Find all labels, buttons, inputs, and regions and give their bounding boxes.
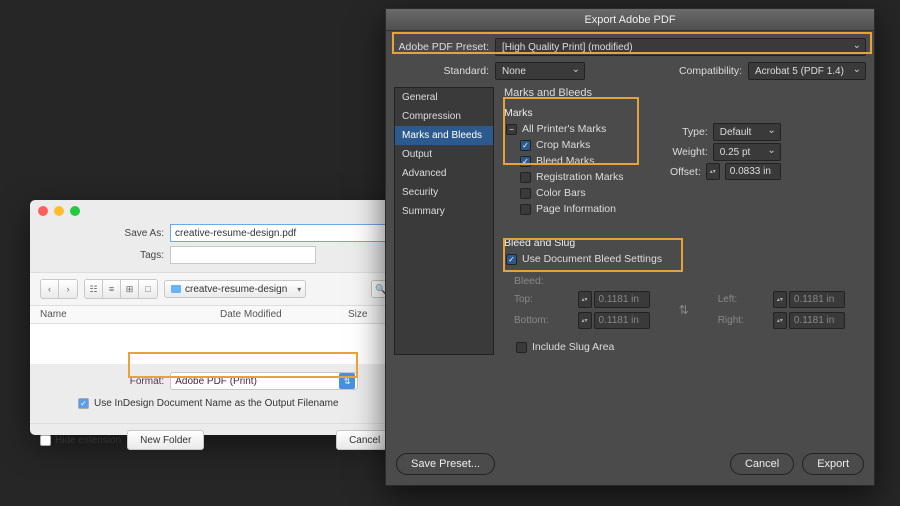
bleed-bottom-field: 0.1181 in [594, 312, 650, 329]
offset-field[interactable]: 0.0833 in [725, 163, 781, 180]
dialog-title: Export Adobe PDF [386, 9, 874, 31]
compat-select[interactable]: Acrobat 5 (PDF 1.4) [748, 62, 866, 80]
hide-extension-label: Hide extension [55, 435, 121, 446]
link-icon: ⇅ [679, 303, 689, 317]
zoom-icon[interactable] [70, 206, 80, 216]
bleed-marks-label: Bleed Marks [536, 155, 594, 167]
save-as-label: Save As: [44, 228, 164, 239]
bleed-label: Bleed: [514, 275, 866, 287]
sidebar-item-marks-bleeds[interactable]: Marks and Bleeds [395, 126, 493, 145]
bleed-left-field: 0.1181 in [789, 291, 845, 308]
bleed-bottom-stepper: ▴▾ [578, 312, 592, 329]
bleed-right-label: Right: [718, 315, 765, 326]
bleed-grid: Top: ▴▾0.1181 in ⇅ Left: ▴▾0.1181 in Bot… [514, 291, 866, 329]
minimize-icon[interactable] [54, 206, 64, 216]
folder-icon [171, 285, 181, 293]
use-doc-name-checkbox[interactable]: ✓ [78, 398, 89, 409]
type-select[interactable]: Default [713, 123, 781, 141]
offset-stepper[interactable]: ▴▾ [706, 163, 720, 180]
standard-select[interactable]: None [495, 62, 585, 80]
crop-marks-checkbox[interactable]: ✓ [520, 140, 531, 151]
tags-label: Tags: [44, 250, 164, 261]
bleed-top-label: Top: [514, 294, 570, 305]
hide-extension-checkbox[interactable] [40, 435, 51, 446]
use-doc-bleed-checkbox[interactable]: ✓ [506, 254, 517, 265]
include-slug-checkbox[interactable] [516, 342, 527, 353]
bleed-right-field: 0.1181 in [789, 312, 845, 329]
tags-input[interactable] [170, 246, 316, 264]
folder-name: creatve-resume-design [185, 284, 287, 295]
bleed-right-stepper: ▴▾ [773, 312, 787, 329]
sidebar-item-general[interactable]: General [395, 88, 493, 107]
save-preset-button[interactable]: Save Preset... [396, 453, 495, 475]
bleed-top-stepper: ▴▾ [578, 291, 592, 308]
new-folder-button[interactable]: New Folder [127, 430, 204, 450]
color-bars-label: Color Bars [536, 187, 586, 199]
bleed-left-label: Left: [718, 294, 765, 305]
marks-bleeds-panel: Marks and Bleeds Marks −All Printer's Ma… [504, 87, 866, 355]
standard-label: Standard: [394, 65, 489, 77]
preset-label: Adobe PDF Preset: [394, 41, 489, 53]
preset-select[interactable]: [High Quality Print] (modified) [495, 38, 866, 56]
bleed-left-stepper: ▴▾ [773, 291, 787, 308]
bleed-marks-checkbox[interactable]: ✓ [520, 156, 531, 167]
sidebar-item-output[interactable]: Output [395, 145, 493, 164]
category-sidebar: General Compression Marks and Bleeds Out… [394, 87, 494, 355]
page-info-checkbox[interactable] [520, 204, 531, 215]
folder-select[interactable]: creatve-resume-design [164, 280, 306, 298]
nav-back-forward[interactable]: ‹› [40, 279, 78, 299]
sidebar-item-advanced[interactable]: Advanced [395, 164, 493, 183]
dialog-footer: Save Preset... Cancel Export [396, 453, 864, 475]
marks-header: Marks [504, 105, 654, 121]
col-date[interactable]: Date Modified [220, 309, 348, 320]
registration-marks-label: Registration Marks [536, 171, 624, 183]
compat-label: Compatibility: [679, 65, 742, 77]
format-select[interactable]: Adobe PDF (Print) [170, 372, 358, 390]
panel-title: Marks and Bleeds [504, 87, 866, 99]
use-doc-bleed-label: Use Document Bleed Settings [522, 253, 662, 265]
weight-select[interactable]: 0.25 pt [713, 143, 781, 161]
bleed-slug-header: Bleed and Slug [504, 235, 866, 251]
weight-label: Weight: [672, 146, 707, 158]
page-info-label: Page Information [536, 203, 616, 215]
close-icon[interactable] [38, 206, 48, 216]
include-slug-label: Include Slug Area [532, 341, 614, 353]
save-as-input[interactable] [170, 224, 420, 242]
use-doc-name-label: Use InDesign Document Name as the Output… [94, 398, 339, 409]
sidebar-item-summary[interactable]: Summary [395, 202, 493, 221]
sidebar-item-security[interactable]: Security [395, 183, 493, 202]
format-label: Format: [130, 376, 164, 387]
view-mode-segment[interactable]: ☷≡⊞□ [84, 279, 158, 299]
sidebar-item-compression[interactable]: Compression [395, 107, 493, 126]
registration-marks-checkbox[interactable] [520, 172, 531, 183]
cancel-button[interactable]: Cancel [730, 453, 794, 475]
offset-label: Offset: [670, 166, 701, 178]
all-printers-marks-label: All Printer's Marks [522, 123, 606, 135]
all-printers-marks-checkbox[interactable]: − [506, 124, 517, 135]
crop-marks-label: Crop Marks [536, 139, 590, 151]
color-bars-checkbox[interactable] [520, 188, 531, 199]
export-button[interactable]: Export [802, 453, 864, 475]
bleed-bottom-label: Bottom: [514, 315, 570, 326]
bleed-top-field: 0.1181 in [594, 291, 650, 308]
col-name[interactable]: Name [40, 309, 220, 320]
type-label: Type: [682, 126, 708, 138]
export-pdf-dialog: Export Adobe PDF Adobe PDF Preset: [High… [385, 8, 875, 486]
